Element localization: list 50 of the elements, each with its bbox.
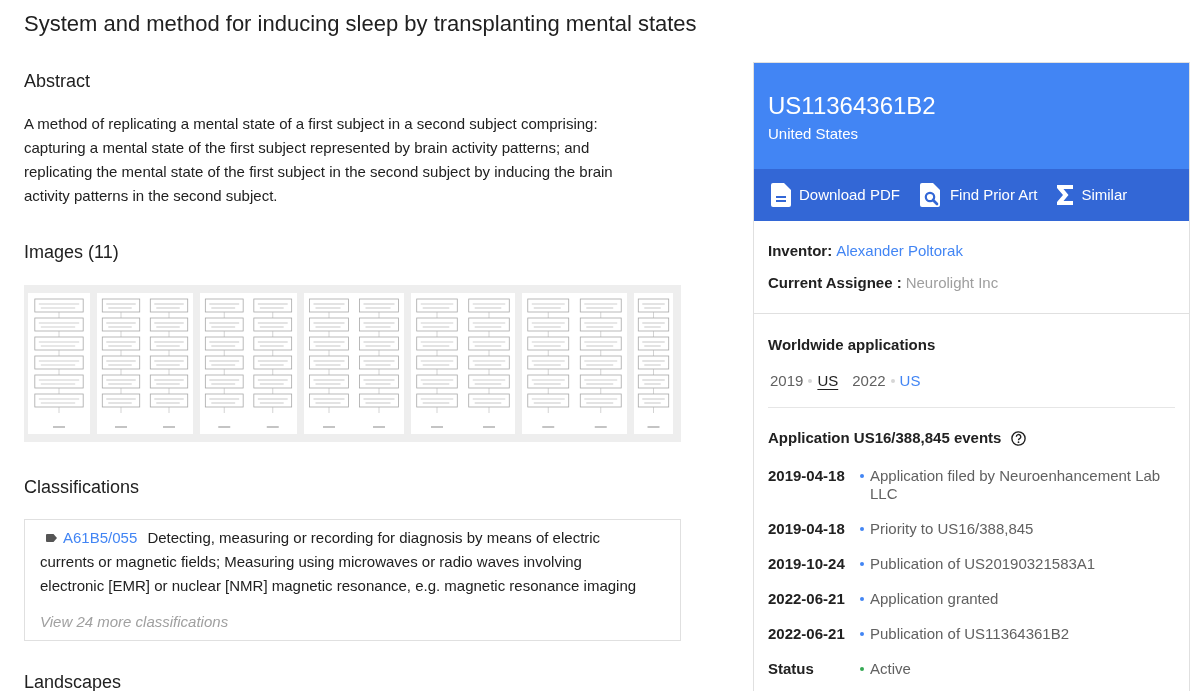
event-date: Status bbox=[768, 660, 815, 678]
figure-thumbnail-drawing[interactable] bbox=[411, 293, 515, 434]
events-heading: Application US16/388,845 events bbox=[768, 428, 1002, 448]
event-date: 2019-04-18 bbox=[768, 520, 846, 538]
action-button[interactable]: Find Prior Art bbox=[919, 177, 1038, 213]
event-description: Active bbox=[870, 660, 912, 678]
figure-thumbnail-drawing[interactable] bbox=[634, 293, 673, 434]
document-icon bbox=[771, 183, 791, 207]
tag-icon bbox=[46, 534, 57, 542]
event-date: 2019-04-18 bbox=[768, 467, 846, 485]
classification-code-link[interactable]: A61B5/055 bbox=[63, 529, 138, 546]
figure-thumbnail-drawing[interactable] bbox=[97, 293, 193, 434]
action-button[interactable]: Similar bbox=[1057, 177, 1128, 213]
event-description: Publication of US11364361B2 bbox=[870, 625, 1071, 643]
section-heading: Images (11) bbox=[24, 241, 119, 264]
application-year: 2022 bbox=[852, 371, 886, 391]
inventor-label: Inventor: bbox=[768, 241, 833, 261]
more-classifications-link[interactable]: View 24 more classifications bbox=[40, 610, 229, 634]
section-heading: Landscapes bbox=[24, 673, 122, 691]
application-year: 2019 bbox=[770, 371, 804, 391]
dot-icon bbox=[890, 379, 895, 383]
event-description: Application filed by Neuroenhancement Lab LLC bbox=[870, 467, 1162, 503]
assignee-value: Neurolight Inc bbox=[905, 273, 999, 293]
inventor-link[interactable]: Alexander Poltorak bbox=[836, 241, 963, 261]
figure-thumbnail-drawing[interactable] bbox=[28, 293, 90, 434]
patent-country: United States bbox=[768, 124, 859, 144]
worldwide-heading: Worldwide applications bbox=[768, 335, 936, 355]
event-date: 2019-10-24 bbox=[768, 555, 846, 573]
event-description: Application granted bbox=[870, 590, 1000, 608]
abstract-text: A method of replicating a mental state of a first subject in a second subject comprising: capturing a mental state of the first subject represented by brain activity patterns; and replicating the mental state of the first subject in the second subject by inducing the brain activity patterns in the second subject. bbox=[24, 114, 614, 206]
section-heading: Classifications bbox=[24, 476, 140, 499]
figure-thumbnail-drawing[interactable] bbox=[200, 293, 297, 434]
help-icon[interactable] bbox=[1011, 430, 1027, 446]
event-description: Priority to US16/388,845 bbox=[870, 520, 1035, 538]
figure-thumbnail-drawing[interactable] bbox=[304, 293, 404, 434]
sigma-icon bbox=[1057, 185, 1074, 205]
section-heading: Abstract bbox=[24, 70, 91, 93]
patent-number: US11364361B2 bbox=[768, 91, 936, 121]
country-link[interactable]: US bbox=[817, 371, 839, 391]
assignee-label: Current Assignee : bbox=[768, 273, 902, 293]
dot-icon bbox=[808, 379, 813, 383]
document-search-icon bbox=[919, 183, 942, 207]
classification-description: A61B5/055 Detecting, measuring or recording for diagnosis by means of electric currents or magnetic fields; Measuring using microwaves or radio waves involving electronic [EMR] or nuclear [NMR] magnetic resonance, e.g. magnetic resonance imaging bbox=[40, 528, 638, 596]
figure-thumbnail-drawing[interactable] bbox=[522, 293, 627, 434]
event-date: 2022-06-21 bbox=[768, 625, 846, 643]
action-button[interactable]: Download PDF bbox=[771, 177, 900, 213]
event-description: Publication of US20190321583A1 bbox=[870, 555, 1097, 573]
country-link[interactable]: US bbox=[899, 371, 921, 391]
patent-title: System and method for inducing sleep by transplanting mental states bbox=[24, 10, 697, 38]
event-date: 2022-06-21 bbox=[768, 590, 846, 608]
